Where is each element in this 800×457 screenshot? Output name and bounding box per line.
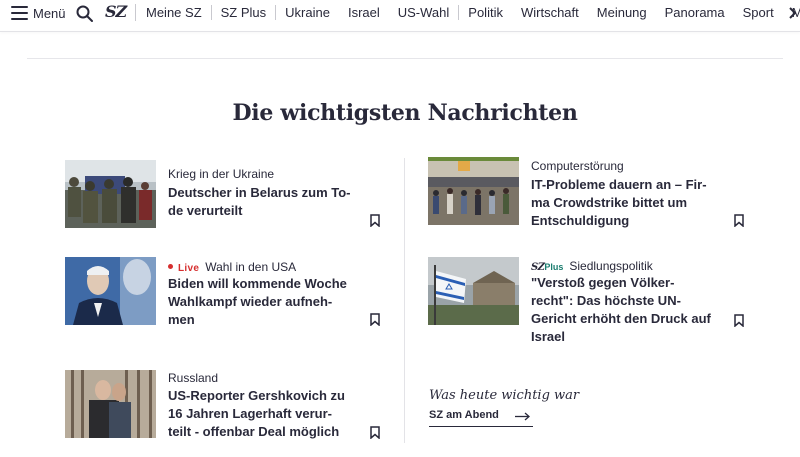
bookmark-icon[interactable]	[370, 214, 380, 227]
teaser-image-courtroom[interactable]	[65, 370, 156, 438]
live-badge: Live	[178, 263, 200, 274]
nav-item-sport[interactable]: Sport	[743, 5, 783, 20]
teaser-kicker-row: SZPlus Siedlungspolitik	[531, 259, 653, 273]
teaser-headline[interactable]: IT-Probleme dauern an – Fir- ma Crowdstr…	[531, 176, 731, 230]
bookmark-icon[interactable]	[734, 214, 744, 227]
section-rule	[27, 58, 783, 59]
teaser-headline-line: men	[168, 312, 195, 327]
bookmark-icon[interactable]	[370, 426, 380, 439]
teaser-headline-line: Gericht erhöht den Druck auf	[531, 311, 711, 326]
teaser-headline[interactable]: US-Reporter Gershkovich zu 16 Jahren Lag…	[168, 387, 368, 441]
teaser-image-airport[interactable]	[428, 157, 519, 225]
chevron-right-icon[interactable]	[788, 6, 797, 20]
menu-icon[interactable]	[11, 6, 28, 20]
nav-item-meine-sz[interactable]: Meine SZ	[146, 5, 212, 20]
teaser-headline-line: Wahlkampf wieder aufneh-	[168, 294, 333, 309]
sz-plus-badge-logo: SZ	[531, 262, 545, 273]
teaser-belarus[interactable]: Krieg in der Ukraine Deutscher in Belaru…	[65, 160, 385, 230]
menu-label[interactable]: Menü	[33, 6, 66, 21]
teaser-headline-line: teilt - offenbar Deal möglich	[168, 424, 340, 439]
nav-menu: Meine SZ SZ Plus Ukraine Israel US-Wahl …	[146, 5, 800, 20]
teaser-kicker: Siedlungspolitik	[569, 259, 653, 273]
sz-logo[interactable]: SZ	[105, 2, 127, 21]
teaser-headline-line: Biden will kommende Woche	[168, 276, 347, 291]
section-title: Die wichtigsten Nachrichten	[232, 100, 578, 126]
search-icon[interactable]	[75, 4, 94, 23]
teaser-headline-line: "Verstoß gegen Völker-	[531, 275, 675, 290]
live-dot-icon	[168, 264, 173, 270]
teaser-crowdstrike[interactable]: Computerstörung IT-Probleme dauern an – …	[428, 157, 758, 229]
nav-divider	[135, 4, 136, 21]
teaser-kicker: Krieg in der Ukraine	[168, 167, 275, 181]
arrow-right-icon	[515, 412, 530, 421]
teaser-headline-line: recht": Das höchste UN-	[531, 293, 681, 308]
teaser-israel[interactable]: SZPlus Siedlungspolitik "Verstoß gegen Vö…	[428, 257, 758, 347]
teaser-headline-line: 16 Jahren Lagerhaft verur-	[168, 406, 333, 421]
teaser-headline[interactable]: Biden will kommende Woche Wahlkampf wied…	[168, 275, 368, 329]
teaser-kicker-row: Live Wahl in den USA	[168, 260, 296, 274]
teaser-headline-line: Deutscher in Belarus zum To-	[168, 185, 351, 200]
teaser-kicker: Wahl in den USA	[205, 260, 297, 274]
nav-item-israel[interactable]: Israel	[348, 5, 389, 20]
teaser-headline-line: Israel	[531, 329, 565, 344]
teaser-image-soldiers[interactable]	[65, 160, 156, 228]
evening-title: Was heute wichtig war	[429, 388, 580, 403]
nav-item-us-wahl[interactable]: US-Wahl	[398, 5, 460, 20]
teaser-headline-line: ma Crowdstrike bittet um	[531, 195, 688, 210]
teaser-gershkovich[interactable]: Russland US-Reporter Gershkovich zu 16 J…	[65, 370, 385, 442]
teaser-kicker: Computerstörung	[531, 159, 624, 173]
bookmark-icon[interactable]	[734, 314, 744, 327]
teaser-headline-line: IT-Probleme dauern an – Fir-	[531, 177, 707, 192]
sz-am-abend-link[interactable]: SZ am Abend	[429, 408, 533, 427]
teaser-kicker: Russland	[168, 371, 219, 385]
teaser-headline-line: US-Reporter Gershkovich zu	[168, 388, 345, 403]
bookmark-icon[interactable]	[370, 313, 380, 326]
teaser-headline[interactable]: "Verstoß gegen Völker- recht": Das höchs…	[531, 274, 731, 346]
nav-item-meinung[interactable]: Meinung	[597, 5, 656, 20]
teaser-headline[interactable]: Deutscher in Belarus zum To- de verurtei…	[168, 184, 368, 220]
sz-plus-badge-text: Plus	[544, 262, 564, 272]
column-divider	[404, 158, 405, 443]
top-navigation: Menü SZ Meine SZ SZ Plus Ukraine Israel …	[0, 0, 800, 26]
teaser-biden[interactable]: Live Wahl in den USA Biden will kommende …	[65, 257, 385, 327]
nav-bottom-border	[0, 31, 800, 32]
sz-am-abend-label: SZ am Abend	[429, 409, 499, 421]
nav-item-ukraine[interactable]: Ukraine	[285, 5, 339, 20]
nav-item-panorama[interactable]: Panorama	[665, 5, 734, 20]
nav-item-wirtschaft[interactable]: Wirtschaft	[521, 5, 588, 20]
teaser-headline-line: de verurteilt	[168, 203, 243, 218]
teaser-headline-line: Entschuldigung	[531, 213, 630, 228]
teaser-image-israel-flag[interactable]	[428, 257, 519, 325]
teaser-image-biden[interactable]	[65, 257, 156, 325]
nav-item-sz-plus[interactable]: SZ Plus	[221, 5, 277, 20]
nav-item-politik[interactable]: Politik	[468, 5, 512, 20]
